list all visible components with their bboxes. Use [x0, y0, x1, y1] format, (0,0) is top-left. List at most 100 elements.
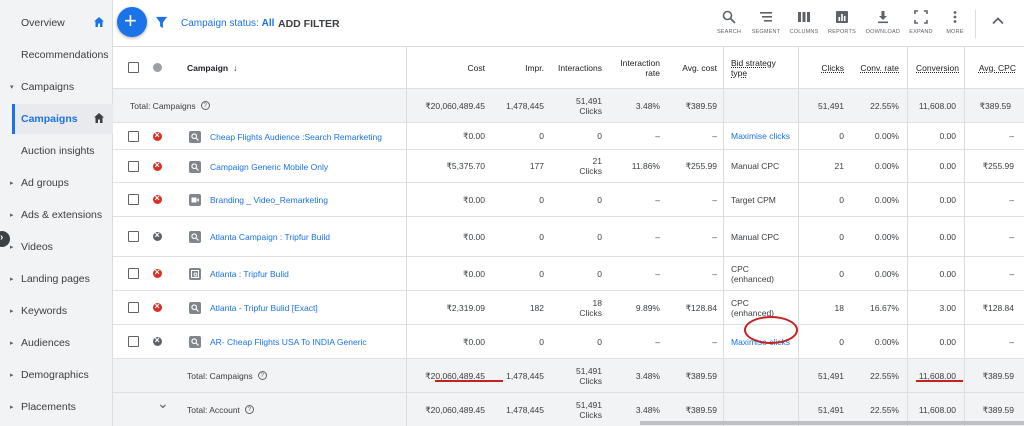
removed-status-icon[interactable] [153, 301, 162, 312]
sidebar-item-auction-insights[interactable]: Auction insights [0, 136, 113, 166]
paused-status-icon[interactable] [153, 230, 162, 241]
sidebar-item-label: Campaigns [21, 113, 78, 125]
bid-strategy-cell[interactable]: Maximise clicks [731, 123, 793, 149]
row-checkbox[interactable] [128, 131, 139, 142]
total-label: Total: Account [187, 404, 240, 415]
interactions-cell: 0 [597, 336, 602, 347]
clicks-cell: 0 [839, 268, 844, 279]
sidebar-item-campaigns[interactable]: ▾ Campaigns [0, 72, 113, 102]
bid-strategy-cell: Manual CPC [731, 161, 780, 171]
row-checkbox[interactable] [128, 194, 139, 205]
cost-cell: ₹20,060,489.45 [425, 404, 485, 415]
sidebar-item-placements[interactable]: ▸ Placements [0, 392, 113, 422]
avg-cost-cell: – [712, 231, 717, 242]
impr-cell: 0 [539, 194, 544, 205]
campaign-name-link[interactable]: AR- Cheap Flights USA To INDIA Generic [210, 337, 367, 347]
help-icon[interactable]: ? [200, 101, 210, 110]
sidebar-item-label: Campaigns [21, 81, 75, 93]
campaign-name-link[interactable]: Atlanta Campaign : Tripfur Build [210, 232, 330, 242]
row-checkbox[interactable] [128, 161, 139, 172]
impr-cell: 177 [529, 161, 544, 171]
sidebar-item-overview[interactable]: Overview [0, 8, 113, 38]
paused-status-icon[interactable] [153, 335, 162, 346]
sidebar-item-audiences[interactable]: ▸ Audiences [0, 328, 113, 358]
interactions-cell: 21 Clicks [552, 150, 602, 182]
cost-cell: ₹0.00 [463, 268, 485, 279]
total-label: Total: Campaigns [187, 370, 253, 381]
removed-status-icon[interactable] [153, 130, 162, 141]
interactions-value: 21 [592, 156, 602, 166]
conv-rate-header-cell: Conv. rate [860, 62, 899, 73]
interactions-cell: 51,491 Clicks [552, 393, 602, 426]
search-campaign-icon [189, 131, 201, 143]
add-filter-button[interactable]: ADD FILTER [278, 18, 340, 30]
highlight-underline [435, 380, 503, 382]
interaction-rate-cell: – [655, 231, 660, 242]
conversion-cell: 0.00 [939, 131, 956, 141]
campaign-row: Branding _ Video_Remarketing ₹0.00 0 0 – – Tar… [113, 183, 1024, 217]
campaign-header[interactable]: Campaign ↓ [187, 47, 337, 88]
download-tool-button[interactable]: DOWNLOAD [863, 10, 903, 40]
conv-rate-cell: 0.00% [874, 194, 899, 205]
columns-tool-button[interactable]: COLUMNS [784, 10, 824, 40]
campaign-status-filter[interactable]: Campaign status: All [181, 18, 274, 29]
segment-tool-button[interactable]: SEGMENT [746, 10, 786, 40]
cost-header-cell: Cost [467, 62, 485, 73]
clicks-cell: 51,491 [818, 100, 844, 111]
expand-caret-icon: ▸ [10, 244, 14, 251]
search-tool-button[interactable]: SEARCH [709, 10, 749, 40]
expand-icon [914, 10, 928, 24]
expand-caret-icon: ▾ [10, 84, 14, 91]
filter-icon[interactable] [155, 16, 168, 29]
removed-status-icon[interactable] [153, 193, 162, 204]
interactions-value: 51,491 [576, 365, 602, 376]
sidebar-item-ad-groups[interactable]: ▸ Ad groups [0, 168, 113, 198]
row-checkbox[interactable] [128, 336, 139, 347]
sidebar-item-landing-pages[interactable]: ▸ Landing pages [0, 264, 113, 294]
total-label-cell: Total: Campaigns? [130, 89, 330, 122]
chevron-up-icon[interactable] [991, 14, 1005, 28]
row-checkbox[interactable] [128, 302, 139, 313]
interaction-rate-header-cell: Interaction rate [620, 57, 660, 78]
sidebar-item-recommendations[interactable]: Recommendations [0, 40, 113, 70]
removed-status-icon[interactable] [153, 160, 162, 171]
sidebar-item-campaigns-active[interactable]: Campaigns [12, 104, 113, 134]
conv-rate-cell: 0.00% [874, 231, 899, 242]
avg-cost-cell: ₹255.99 [685, 161, 717, 171]
more-tool-button[interactable]: MORE [935, 10, 975, 40]
sidebar-item-label: Audiences [21, 337, 71, 349]
conv-rate-cell: 0.00% [874, 336, 899, 347]
sidebar-item-demographics[interactable]: ▸ Demographics [0, 360, 113, 390]
help-icon[interactable]: ? [257, 371, 267, 380]
avg-cpc-cell: – [1009, 336, 1014, 347]
avg-cost-header-cell: Avg. cost [682, 62, 717, 73]
avg-cpc-cell: – [1009, 231, 1014, 242]
avg-cost-cell: – [712, 268, 717, 279]
reports-tool-button[interactable]: REPORTS [822, 10, 862, 40]
row-checkbox[interactable] [128, 231, 139, 242]
interactions-unit: Clicks [579, 375, 602, 386]
campaign-name-link[interactable]: Atlanta - Tripfur Bulid [Exact] [210, 303, 318, 313]
chevron-down-icon[interactable]: ⌄ [157, 395, 169, 412]
cost-cell: ₹5,375.70 [446, 161, 486, 171]
sidebar-item-ads-extensions[interactable]: ▸ Ads & extensions [0, 200, 113, 230]
sidebar-item-videos[interactable]: ▸ Videos [0, 232, 113, 262]
columns-tool-label: COLUMNS [789, 29, 819, 35]
conversion-cell: 11,608.00 [918, 100, 956, 111]
interactions-unit: Clicks [579, 166, 602, 176]
removed-status-icon[interactable] [153, 267, 162, 278]
total-label-cell: Total: Account? [187, 393, 387, 426]
select-all-checkbox[interactable] [128, 62, 139, 73]
clicks-cell: 0 [839, 336, 844, 347]
add-button[interactable]: + [117, 7, 147, 37]
campaign-name-link[interactable]: Atlanta : Tripfur Bulid [210, 269, 289, 279]
row-checkbox[interactable] [128, 268, 139, 279]
toolbar-divider [975, 10, 976, 38]
home-icon [94, 113, 104, 123]
campaign-name-link[interactable]: Cheap Flights Audience :Search Remarketi… [210, 132, 382, 142]
sidebar-item-keywords[interactable]: ▸ Keywords [0, 296, 113, 326]
horizontal-scrollbar[interactable] [640, 421, 1024, 425]
help-icon[interactable]: ? [244, 405, 254, 414]
campaign-name-link[interactable]: Branding _ Video_Remarketing [210, 195, 328, 205]
campaign-name-link[interactable]: Campaign Generic Mobile Only [210, 162, 328, 172]
